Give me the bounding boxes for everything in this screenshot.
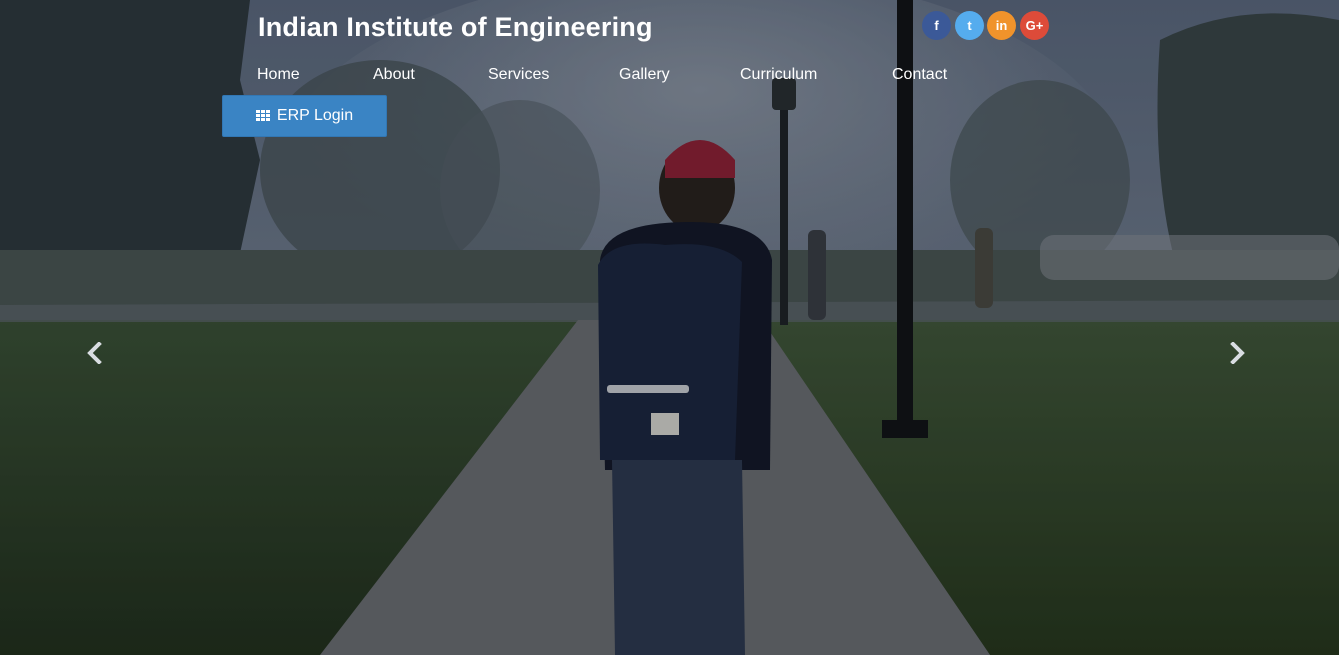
nav-item-services: Services	[488, 66, 549, 84]
twitter-glyph: t	[967, 18, 972, 33]
twitter-icon[interactable]: t	[955, 11, 984, 40]
linkedin-icon[interactable]: in	[987, 11, 1016, 40]
nav-link-curriculum[interactable]: Curriculum	[740, 66, 817, 83]
erp-login-label: ERP Login	[276, 107, 354, 124]
carousel-prev-button[interactable]	[82, 340, 108, 366]
hero-carousel	[0, 0, 1339, 655]
carousel-next-button[interactable]	[1224, 340, 1250, 366]
nav-item-about: About	[373, 66, 415, 84]
site-title[interactable]: Indian Institute of Engineering	[258, 12, 653, 43]
nav-item-home: Home	[257, 66, 300, 84]
erp-login-button[interactable]: ERP Login	[222, 95, 387, 137]
nav-item-contact: Contact	[892, 66, 947, 84]
hero-background-image	[0, 0, 1339, 655]
nav-link-contact[interactable]: Contact	[892, 66, 947, 83]
google-plus-icon[interactable]: G+	[1020, 11, 1049, 40]
nav-link-about[interactable]: About	[373, 66, 415, 83]
nav-link-gallery[interactable]: Gallery	[619, 66, 670, 83]
google-plus-glyph: G+	[1025, 18, 1044, 33]
facebook-glyph: f	[934, 18, 939, 33]
nav-link-home[interactable]: Home	[257, 66, 300, 83]
chevron-left-icon	[87, 342, 102, 364]
nav-link-services[interactable]: Services	[488, 66, 549, 83]
linkedin-glyph: in	[995, 18, 1008, 33]
grid-icon	[255, 110, 270, 122]
nav-item-gallery: Gallery	[619, 66, 670, 84]
nav-item-curriculum: Curriculum	[740, 66, 817, 84]
facebook-icon[interactable]: f	[922, 11, 951, 40]
chevron-right-icon	[1230, 342, 1245, 364]
